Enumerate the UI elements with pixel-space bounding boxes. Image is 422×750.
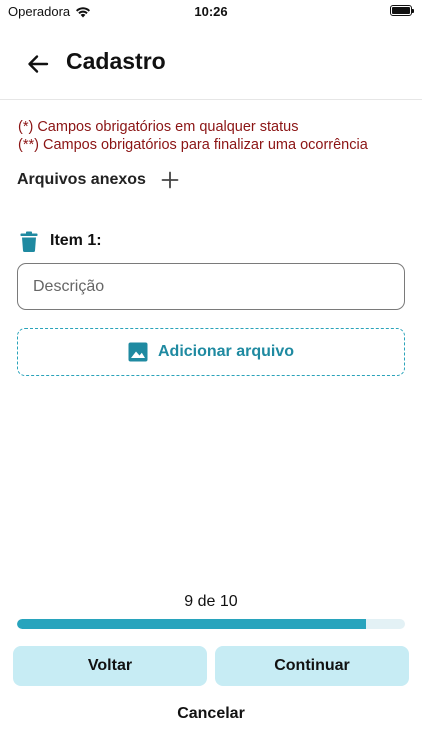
progress-text: 9 de 10 (184, 593, 238, 610)
progress-bar (17, 619, 405, 629)
arrow-left-icon (28, 55, 49, 73)
back-step-button[interactable]: Voltar (13, 646, 207, 686)
note-required-any: (*) Campos obrigatórios em qualquer stat… (18, 119, 299, 135)
add-file-label: Adicionar arquivo (157, 343, 295, 360)
attachments-label: Arquivos anexos (17, 171, 146, 188)
continue-button[interactable]: Continuar (215, 646, 409, 686)
item-title: Item 1: (50, 232, 102, 249)
attachment-item-header: Item 1: (19, 230, 102, 252)
trash-icon (20, 231, 38, 252)
status-bar: Operadora 10:26 (0, 0, 422, 24)
attachments-header: Arquivos anexos (17, 170, 180, 190)
image-icon (128, 342, 148, 362)
back-button[interactable] (22, 48, 54, 80)
note-required-finish: (**) Campos obrigatórios para finalizar … (18, 137, 368, 153)
cancel-button[interactable]: Cancelar (0, 705, 422, 723)
add-file-button[interactable]: Adicionar arquivo (17, 328, 405, 376)
required-fields-notes: (*) Campos obrigatórios em qualquer stat… (18, 118, 368, 154)
page-title: Cadastro (66, 48, 166, 74)
add-attachment-button[interactable] (160, 170, 180, 190)
clock: 10:26 (194, 4, 228, 19)
delete-item-button[interactable] (19, 230, 39, 252)
battery-icon (390, 5, 414, 16)
app-bar: Cadastro (0, 28, 422, 100)
plus-icon (161, 171, 179, 189)
description-input[interactable] (17, 263, 405, 310)
progress-fill (17, 619, 367, 629)
